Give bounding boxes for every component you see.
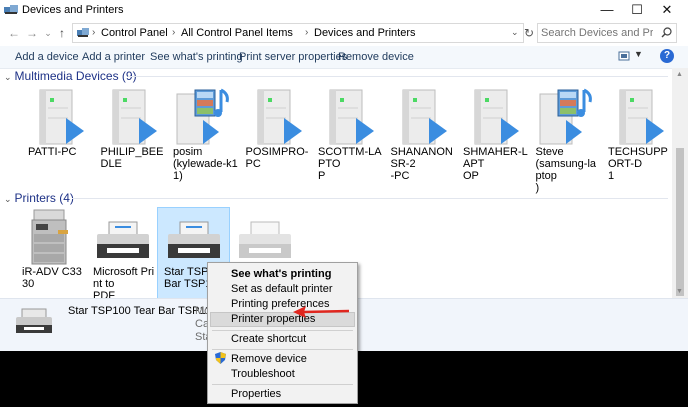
- maximize-button[interactable]: ☐: [622, 0, 652, 20]
- address-dropdown-icon[interactable]: ⌄: [511, 27, 519, 38]
- scroll-up-icon[interactable]: ▲: [676, 71, 683, 78]
- search-input[interactable]: [541, 25, 653, 41]
- media-server-icon: [28, 88, 88, 146]
- media-player-icon: [173, 88, 233, 146]
- control-panel-icon: [77, 28, 89, 37]
- device-label: Steve (samsung-laptop ): [535, 146, 597, 194]
- close-button[interactable]: ✕: [652, 0, 682, 20]
- device-label: TECHSUPPORT-D 1: [608, 146, 668, 182]
- printer-icon: [235, 208, 295, 266]
- printer-icon: [164, 208, 224, 266]
- breadcrumb-separator[interactable]: ›: [92, 27, 95, 38]
- breadcrumb-separator[interactable]: ›: [172, 27, 175, 38]
- address-row: ← → ⌄ ↑ › Control Panel › All Control Pa…: [0, 20, 688, 46]
- multimedia-group-header[interactable]: ⌄ Multimedia Devices (9): [4, 69, 137, 83]
- menu-remove-device[interactable]: Remove device: [231, 353, 307, 365]
- device-item[interactable]: Steve (samsung-laptop ): [530, 88, 602, 194]
- add-printer-button[interactable]: Add a printer: [82, 51, 145, 63]
- device-item[interactable]: POSIMPRO-PC: [240, 88, 312, 170]
- menu-troubleshoot[interactable]: Troubleshoot: [231, 368, 295, 380]
- menu-set-default-printer[interactable]: Set as default printer: [231, 283, 333, 295]
- media-server-icon: [391, 88, 451, 146]
- group-divider: [72, 198, 668, 199]
- device-label: PATTI-PC: [28, 146, 77, 158]
- add-device-button[interactable]: Add a device: [15, 51, 79, 63]
- device-label: posim (kylewade-k11): [173, 146, 238, 182]
- chevron-down-icon[interactable]: ⌄: [4, 194, 12, 204]
- media-server-icon: [246, 88, 306, 146]
- refresh-button[interactable]: ↻: [522, 23, 536, 43]
- device-label: Microsoft Print to PDF: [93, 266, 155, 302]
- device-label: POSIMPRO-PC: [245, 146, 309, 170]
- printer-icon: [16, 308, 52, 333]
- vertical-scrollbar[interactable]: ▲ ▼: [672, 68, 688, 298]
- see-whats-printing-button[interactable]: See what's printing: [150, 51, 243, 63]
- device-item[interactable]: posim (kylewade-k11): [167, 88, 239, 182]
- chevron-down-icon[interactable]: ⌄: [4, 72, 12, 82]
- device-item[interactable]: TECHSUPPORT-D 1: [602, 88, 674, 182]
- forward-button[interactable]: →: [24, 25, 40, 41]
- group-divider: [128, 76, 668, 77]
- media-server-icon: [101, 88, 161, 146]
- device-item[interactable]: PATTI-PC: [22, 88, 94, 158]
- device-label: PHILIP_BEEDLE: [100, 146, 164, 170]
- media-server-icon: [463, 88, 523, 146]
- search-box[interactable]: [537, 23, 677, 43]
- device-item[interactable]: SHMAHER-LAPT OP: [457, 88, 529, 182]
- copier-icon: [22, 208, 82, 266]
- printer-icon: [93, 208, 153, 266]
- print-server-properties-button[interactable]: Print server properties: [239, 51, 347, 63]
- title-bar[interactable]: Devices and Printers — ☐ ✕: [0, 0, 688, 20]
- command-bar: Add a device Add a printer See what's pr…: [0, 46, 688, 69]
- device-item[interactable]: SHANANONSR-2 -PC: [385, 88, 457, 182]
- device-label: iR-ADV C3330: [22, 266, 82, 290]
- shield-icon: [215, 352, 226, 364]
- device-label: SCOTTM-LAPTO P: [318, 146, 382, 182]
- device-item[interactable]: [229, 208, 301, 266]
- scrollbar-thumb[interactable]: [676, 148, 684, 296]
- device-item[interactable]: iR-ADV C3330: [16, 208, 88, 290]
- printer-context-menu: See what's printing Set as default print…: [207, 262, 358, 404]
- printers-group-header[interactable]: ⌄ Printers (4): [4, 191, 74, 205]
- media-player-icon: [536, 88, 596, 146]
- menu-separator: [212, 384, 353, 385]
- device-item[interactable]: PHILIP_BEEDLE: [95, 88, 167, 170]
- menu-see-whats-printing[interactable]: See what's printing: [231, 268, 331, 280]
- menu-create-shortcut[interactable]: Create shortcut: [231, 333, 306, 345]
- view-options-icon[interactable]: [618, 50, 630, 62]
- address-bar[interactable]: › Control Panel › All Control Panel Item…: [72, 23, 524, 43]
- back-button[interactable]: ←: [6, 25, 22, 41]
- menu-properties[interactable]: Properties: [231, 388, 281, 400]
- device-item[interactable]: Microsoft Print to PDF: [87, 208, 159, 302]
- search-icon[interactable]: [661, 27, 672, 38]
- scroll-down-icon[interactable]: ▼: [676, 288, 683, 295]
- menu-separator: [212, 330, 353, 331]
- media-server-icon: [318, 88, 378, 146]
- breadcrumb-all-items[interactable]: All Control Panel Items: [181, 27, 293, 39]
- breadcrumb-separator[interactable]: ›: [305, 27, 308, 38]
- device-label: SHANANONSR-2 -PC: [390, 146, 453, 182]
- device-item[interactable]: SCOTTM-LAPTO P: [312, 88, 384, 182]
- up-button[interactable]: ↑: [54, 25, 70, 41]
- device-label: SHMAHER-LAPT OP: [463, 146, 528, 182]
- media-server-icon: [608, 88, 668, 146]
- remove-device-button[interactable]: Remove device: [338, 51, 414, 63]
- view-dropdown-icon[interactable]: ▼: [634, 49, 643, 59]
- breadcrumb-control-panel[interactable]: Control Panel: [101, 27, 168, 39]
- minimize-button[interactable]: —: [592, 0, 622, 20]
- window-title: Devices and Printers: [22, 4, 124, 16]
- menu-separator: [212, 349, 353, 350]
- breadcrumb-devices-printers[interactable]: Devices and Printers: [314, 27, 416, 39]
- red-arrow-annotation-icon: [293, 306, 350, 318]
- help-icon[interactable]: ?: [660, 49, 674, 63]
- devices-printers-icon: [4, 5, 18, 14]
